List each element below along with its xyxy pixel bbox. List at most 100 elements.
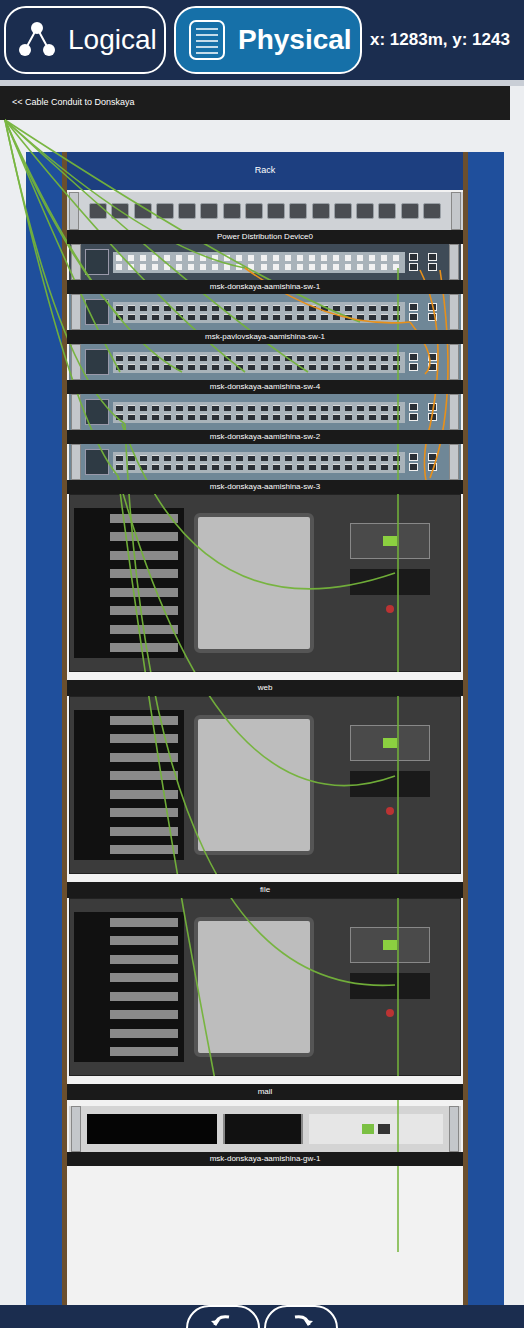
port[interactable]	[176, 455, 183, 461]
port[interactable]	[116, 355, 123, 361]
port[interactable]	[321, 405, 328, 411]
undo-button[interactable]	[186, 1305, 260, 1328]
port[interactable]	[152, 255, 158, 261]
port[interactable]	[345, 464, 352, 470]
port[interactable]	[309, 314, 316, 320]
network-switch[interactable]	[69, 344, 461, 380]
port[interactable]	[409, 263, 418, 271]
port[interactable]	[128, 314, 135, 320]
network-switch[interactable]	[69, 394, 461, 430]
port[interactable]	[200, 264, 206, 270]
port[interactable]	[285, 314, 292, 320]
port[interactable]	[362, 1124, 374, 1134]
port[interactable]	[164, 255, 170, 261]
port[interactable]	[236, 364, 243, 370]
port[interactable]	[381, 264, 387, 270]
port[interactable]	[140, 405, 147, 411]
port[interactable]	[236, 455, 243, 461]
port[interactable]	[212, 455, 219, 461]
port[interactable]	[261, 305, 268, 311]
port[interactable]	[369, 464, 376, 470]
port[interactable]	[345, 455, 352, 461]
port[interactable]	[176, 405, 183, 411]
port[interactable]	[236, 314, 243, 320]
port[interactable]	[393, 255, 399, 261]
port[interactable]	[289, 203, 307, 219]
drive[interactable]	[110, 918, 178, 927]
port[interactable]	[357, 464, 364, 470]
router[interactable]	[69, 1106, 461, 1152]
port[interactable]	[188, 464, 195, 470]
port[interactable]	[273, 455, 280, 461]
port[interactable]	[428, 353, 437, 361]
port[interactable]	[212, 355, 219, 361]
port[interactable]	[116, 314, 123, 320]
drive[interactable]	[110, 625, 178, 634]
port[interactable]	[212, 414, 219, 420]
port[interactable]	[176, 255, 182, 261]
port[interactable]	[212, 405, 219, 411]
port[interactable]	[321, 464, 328, 470]
port[interactable]	[261, 355, 268, 361]
drive[interactable]	[110, 1010, 178, 1019]
port[interactable]	[116, 414, 123, 420]
port[interactable]	[200, 355, 207, 361]
port[interactable]	[224, 355, 231, 361]
port[interactable]	[236, 405, 243, 411]
port[interactable]	[428, 463, 437, 471]
port[interactable]	[178, 203, 196, 219]
port[interactable]	[267, 203, 285, 219]
port[interactable]	[401, 203, 419, 219]
power-distribution-unit[interactable]	[67, 192, 463, 230]
port[interactable]	[297, 364, 304, 370]
port[interactable]	[188, 364, 195, 370]
port[interactable]	[356, 203, 374, 219]
port[interactable]	[393, 305, 400, 311]
port[interactable]	[273, 364, 280, 370]
redo-button[interactable]	[264, 1305, 338, 1328]
port[interactable]	[333, 455, 340, 461]
port[interactable]	[128, 255, 134, 261]
port[interactable]	[261, 314, 268, 320]
port[interactable]	[369, 314, 376, 320]
port[interactable]	[200, 455, 207, 461]
port[interactable]	[321, 414, 328, 420]
port[interactable]	[285, 405, 292, 411]
port[interactable]	[200, 405, 207, 411]
port[interactable]	[369, 405, 376, 411]
network-switch[interactable]	[69, 294, 461, 330]
port[interactable]	[345, 405, 352, 411]
rack-device[interactable]: msk-donskaya-aamishina-sw-1	[67, 244, 463, 294]
drive[interactable]	[110, 606, 178, 615]
port[interactable]	[297, 405, 304, 411]
port[interactable]	[128, 355, 135, 361]
drive[interactable]	[110, 992, 178, 1001]
port[interactable]	[345, 255, 351, 261]
port[interactable]	[297, 355, 304, 361]
drive[interactable]	[110, 827, 178, 836]
port[interactable]	[236, 264, 242, 270]
port[interactable]	[393, 264, 399, 270]
port[interactable]	[236, 355, 243, 361]
port[interactable]	[116, 464, 123, 470]
port[interactable]	[176, 305, 183, 311]
port[interactable]	[116, 305, 123, 311]
port[interactable]	[212, 255, 218, 261]
port[interactable]	[248, 264, 254, 270]
port[interactable]	[200, 314, 207, 320]
port[interactable]	[369, 455, 376, 461]
port[interactable]	[297, 455, 304, 461]
port[interactable]	[273, 355, 280, 361]
port[interactable]	[393, 364, 400, 370]
port[interactable]	[393, 455, 400, 461]
port[interactable]	[309, 405, 316, 411]
server-chassis[interactable]	[69, 696, 461, 874]
drive[interactable]	[110, 588, 178, 597]
port[interactable]	[297, 255, 303, 261]
port[interactable]	[273, 405, 280, 411]
port[interactable]	[140, 314, 147, 320]
port[interactable]	[409, 313, 418, 321]
port[interactable]	[140, 364, 147, 370]
port[interactable]	[273, 464, 280, 470]
port[interactable]	[248, 255, 254, 261]
